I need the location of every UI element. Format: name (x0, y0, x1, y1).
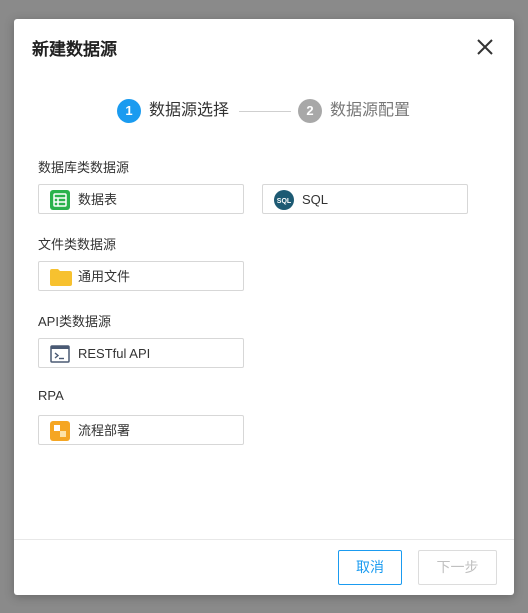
step-indicator: 1 数据源选择 2 数据源配置 (117, 99, 417, 123)
datasource-option-label: 流程部署 (78, 423, 131, 438)
new-datasource-dialog: 新建数据源 1 数据源选择 2 数据源配置 数据库类数据源 数据表 SQL SQ… (14, 19, 514, 595)
datasource-option-label: 通用文件 (78, 269, 131, 284)
folder-icon (50, 267, 72, 287)
sql-icon: SQL (274, 190, 294, 210)
footer-divider (14, 539, 514, 540)
table-icon (50, 190, 70, 210)
datasource-option-restful-api[interactable]: RESTful API (38, 338, 244, 368)
step-1-number: 1 (117, 99, 141, 123)
datasource-option-label: SQL (302, 192, 329, 207)
datasource-option-sql[interactable]: SQL SQL (262, 184, 468, 214)
step-2-number: 2 (298, 99, 322, 123)
datasource-option-label: 数据表 (78, 192, 118, 207)
datasource-option-file[interactable]: 通用文件 (38, 261, 244, 291)
datasource-option-table[interactable]: 数据表 (38, 184, 244, 214)
rpa-icon (50, 421, 70, 441)
step-1-label: 数据源选择 (149, 102, 230, 119)
terminal-icon (50, 344, 70, 364)
step-2-label: 数据源配置 (330, 102, 411, 119)
cancel-button[interactable]: 取消 (338, 550, 402, 585)
step-connector (239, 111, 291, 112)
section-label-api: API类数据源 (38, 314, 111, 329)
close-icon[interactable] (476, 38, 494, 56)
next-step-button[interactable]: 下一步 (418, 550, 497, 585)
svg-text:SQL: SQL (277, 198, 292, 205)
section-label-database: 数据库类数据源 (38, 160, 130, 175)
section-label-file: 文件类数据源 (38, 237, 117, 252)
dialog-title: 新建数据源 (32, 40, 117, 59)
datasource-option-label: RESTful API (78, 346, 151, 361)
section-label-rpa: RPA (38, 388, 64, 403)
datasource-option-rpa[interactable]: 流程部署 (38, 415, 244, 445)
